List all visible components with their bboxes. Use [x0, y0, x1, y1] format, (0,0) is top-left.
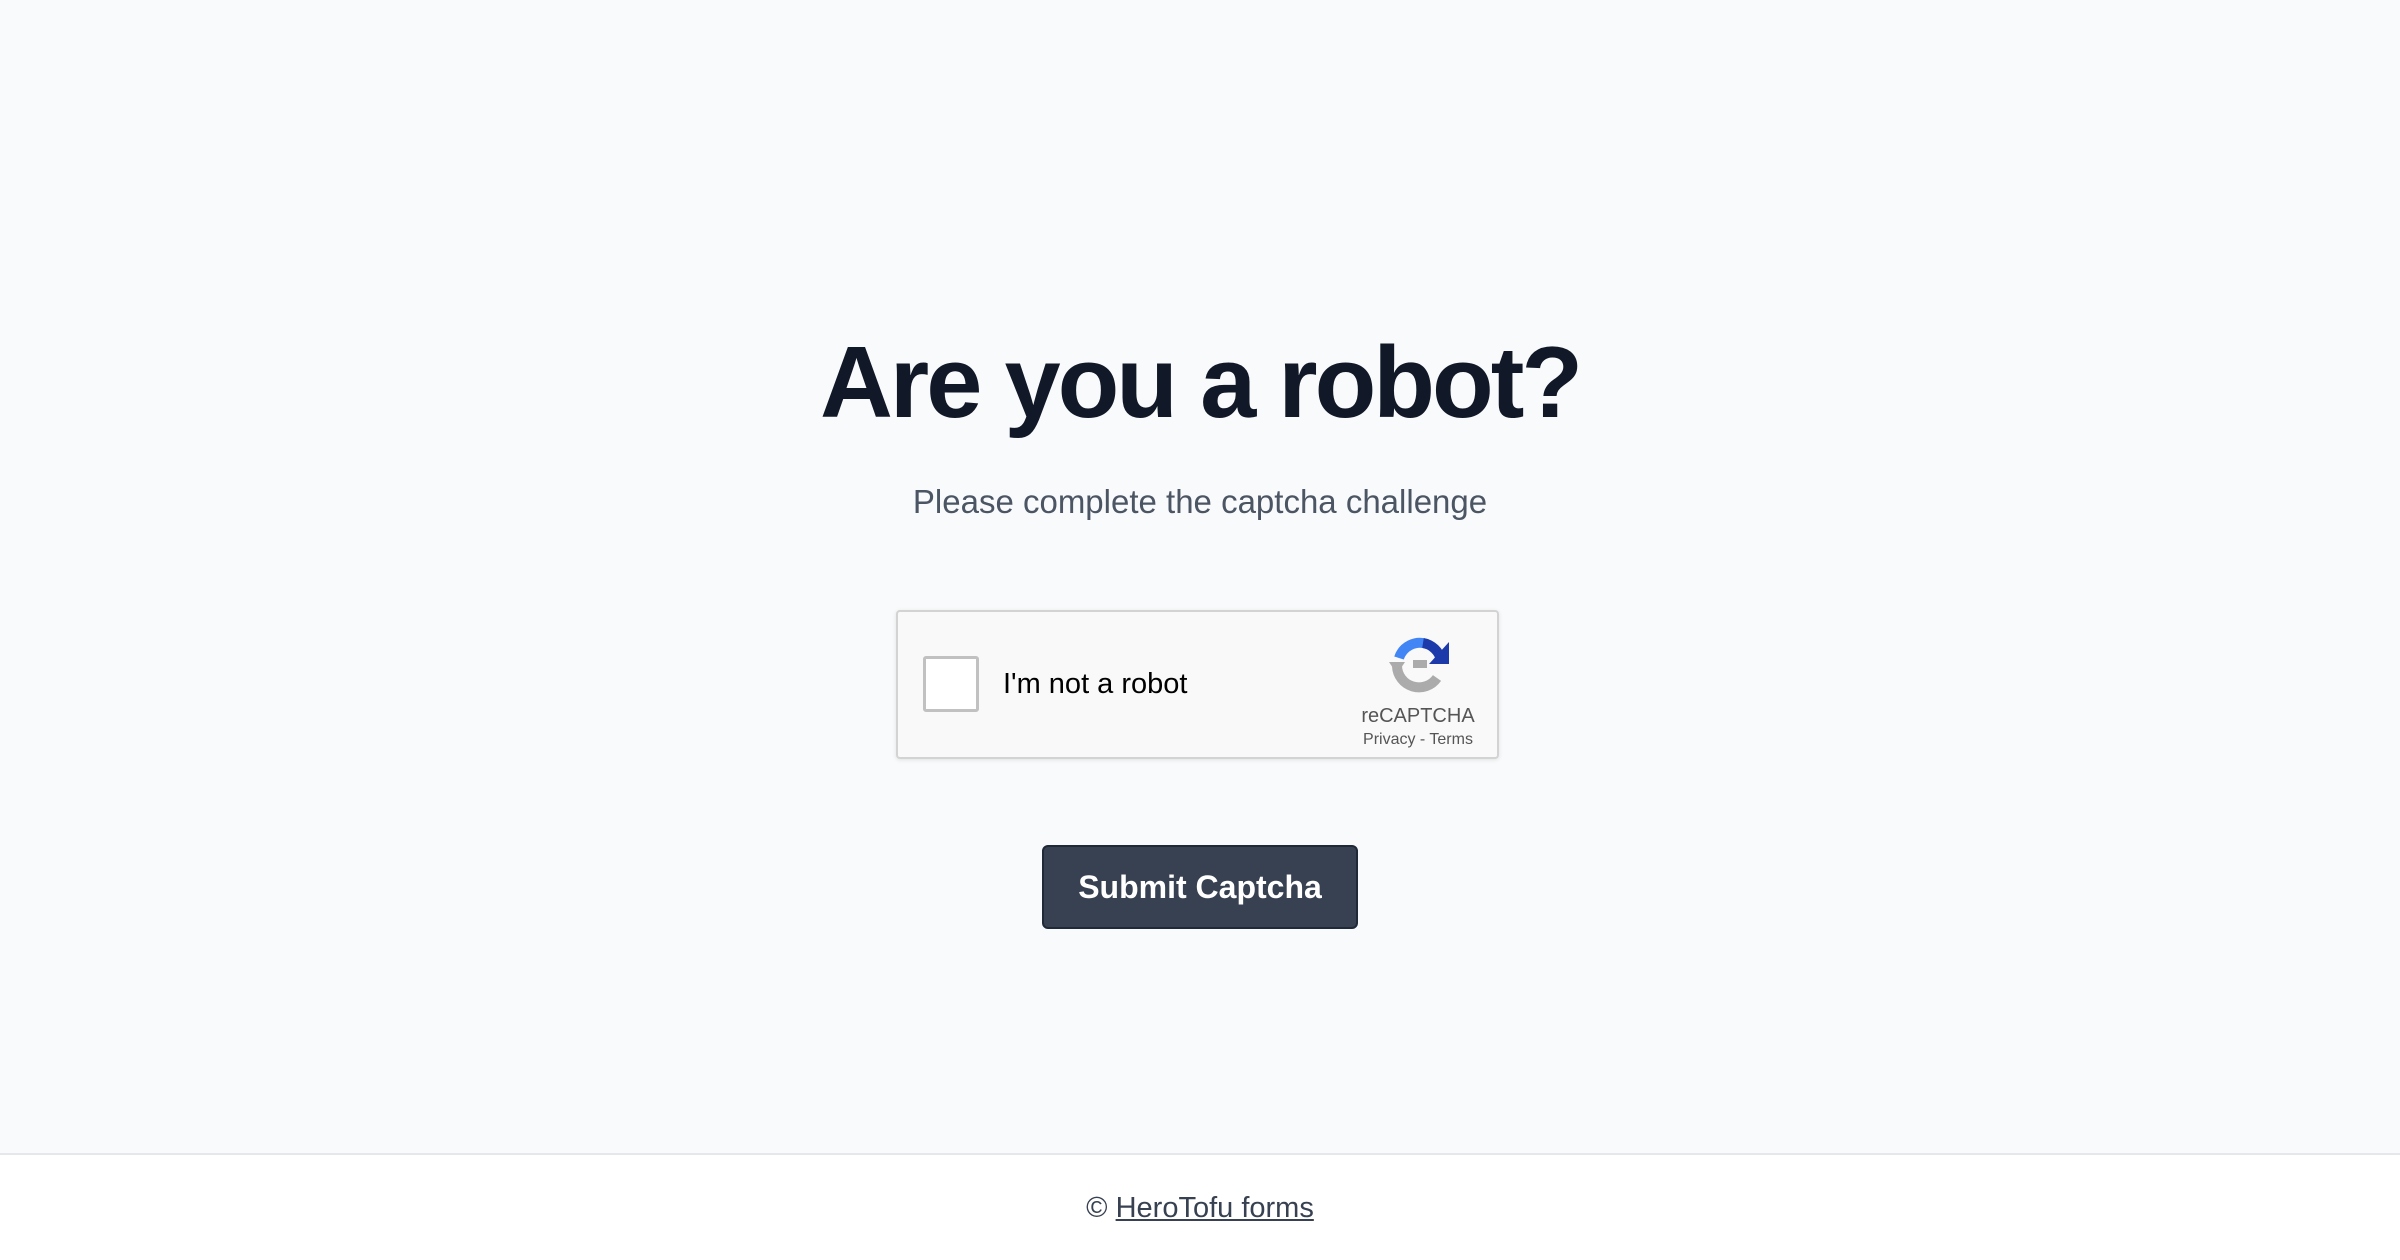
recaptcha-links: Privacy - Terms — [1338, 730, 1498, 750]
footer-text: © HeroTofu forms — [0, 1190, 2400, 1226]
recaptcha-brand-label: reCAPTCHA — [1361, 705, 1475, 727]
recaptcha-links-separator: - — [1415, 731, 1430, 748]
submit-captcha-button[interactable]: Submit Captcha — [1042, 845, 1358, 929]
page-title: Are you a robot? — [819, 327, 1583, 439]
recaptcha-checkbox-label: I'm not a robot — [1003, 668, 1188, 700]
recaptcha-privacy-link[interactable]: Privacy — [1363, 731, 1415, 748]
recaptcha-widget: I'm not a robot reCAPTCHA Privacy - Term… — [896, 610, 1499, 759]
footer: © HeroTofu forms — [0, 1153, 2400, 1260]
captcha-page: Are you a robot? Please complete the cap… — [0, 0, 2400, 1260]
herotofu-forms-link[interactable]: HeroTofu forms — [1116, 1192, 1314, 1224]
main-content: Are you a robot? Please complete the cap… — [0, 0, 2400, 1153]
page-subtitle: Please complete the captcha challenge — [912, 483, 1488, 520]
copyright-symbol: © — [1086, 1192, 1108, 1224]
recaptcha-checkbox[interactable] — [923, 656, 979, 712]
recaptcha-logo-icon — [1389, 637, 1449, 693]
recaptcha-terms-link[interactable]: Terms — [1429, 731, 1473, 748]
